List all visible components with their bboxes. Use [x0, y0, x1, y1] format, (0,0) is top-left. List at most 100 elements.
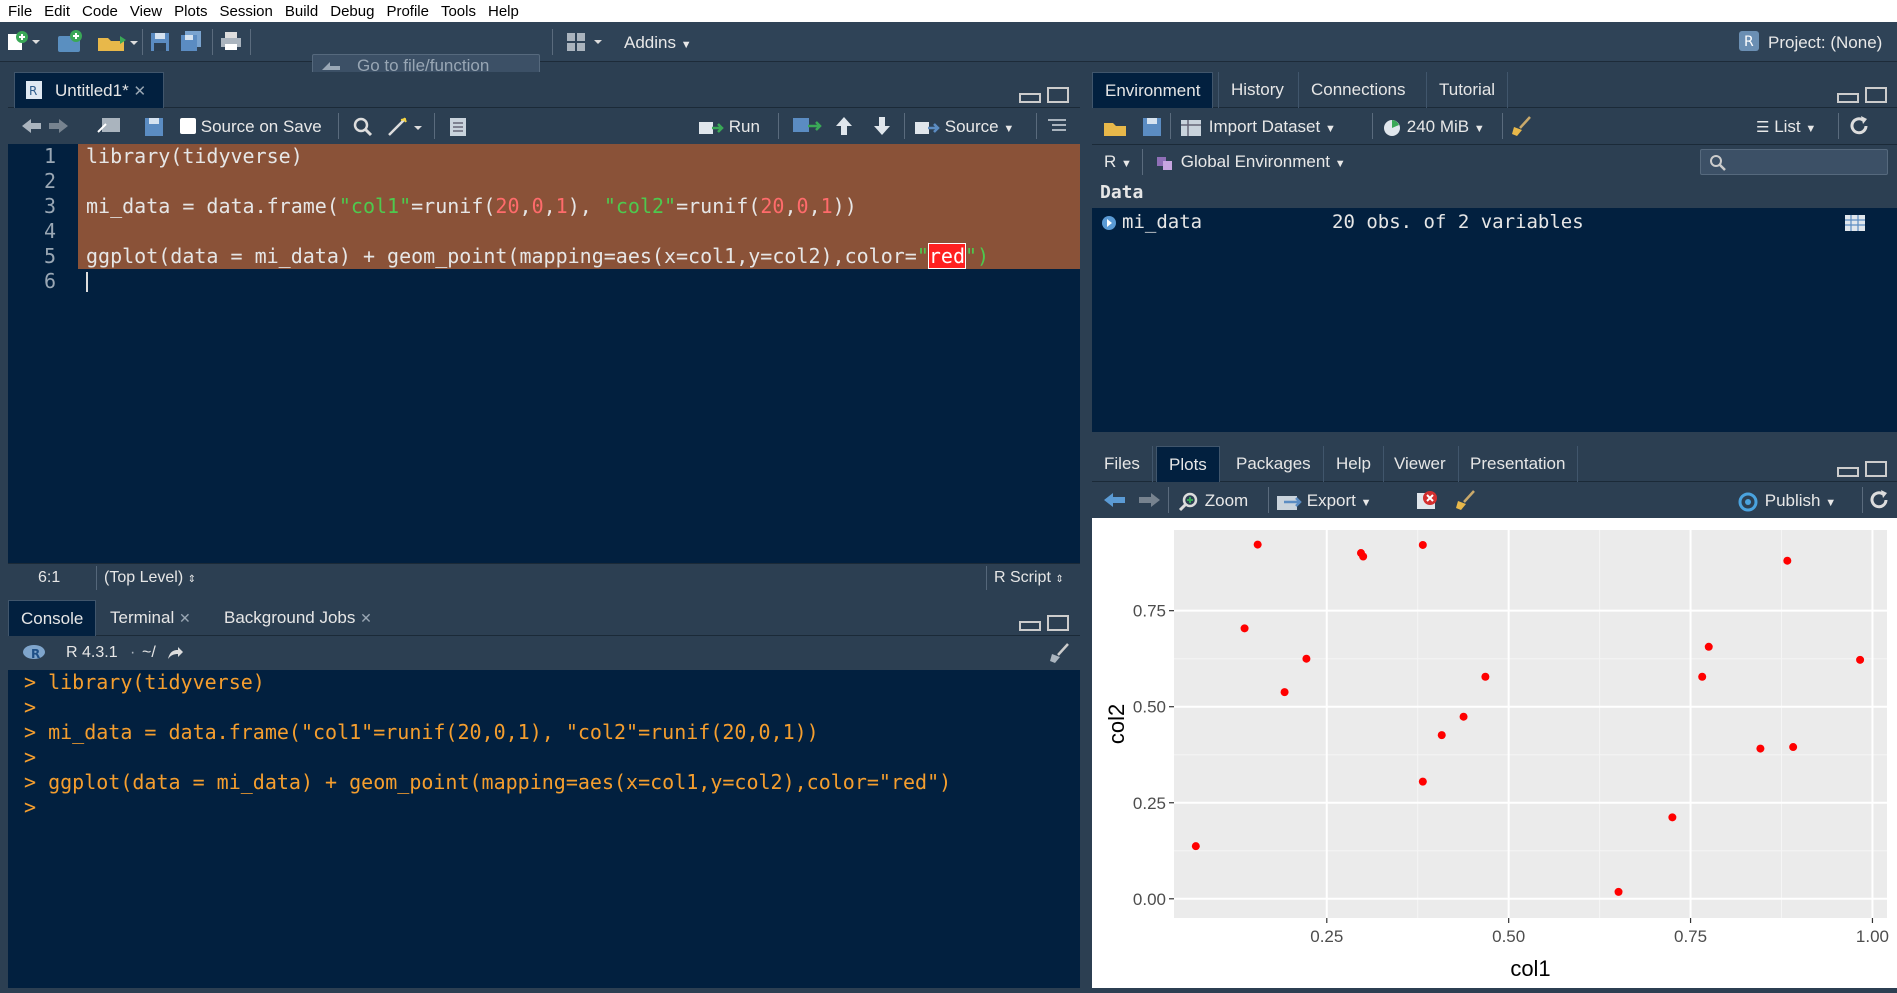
environment-selector[interactable]: Global Environment ▼ — [1156, 152, 1346, 172]
search-icon[interactable] — [352, 116, 374, 138]
tab-connections[interactable]: Connections — [1298, 72, 1418, 108]
clear-console-broom-icon[interactable] — [1048, 642, 1072, 664]
tab-environment[interactable]: Environment — [1092, 72, 1214, 108]
refresh-icon[interactable] — [1848, 115, 1870, 137]
clear-plots-broom-icon[interactable] — [1454, 489, 1478, 511]
checkbox-icon[interactable] — [180, 118, 196, 134]
load-workspace-icon[interactable] — [1102, 117, 1128, 137]
list-view-button[interactable]: ☰ List ▼ — [1756, 117, 1816, 137]
tab-background-jobs[interactable]: Background Jobs ✕ — [212, 600, 384, 636]
show-in-window-icon[interactable] — [96, 116, 122, 136]
menu-code[interactable]: Code — [76, 3, 124, 20]
menu-build[interactable]: Build — [279, 3, 324, 20]
var-name[interactable]: mi_data — [1122, 211, 1202, 233]
scope-selector[interactable]: (Top Level) ⇕ — [104, 569, 196, 587]
tab-presentation[interactable]: Presentation — [1458, 446, 1579, 482]
r-logo-icon: R — [23, 645, 45, 661]
clear-workspace-broom-icon[interactable] — [1510, 115, 1534, 137]
code-number: 1 — [820, 194, 833, 218]
working-dir[interactable]: ~/ — [142, 644, 156, 662]
back-forward-icon[interactable] — [20, 117, 70, 135]
compile-report-icon[interactable] — [448, 117, 468, 137]
source-button[interactable]: Source ▼ — [914, 117, 1014, 137]
pane-controls-icon[interactable] — [1014, 86, 1074, 104]
addins-button[interactable]: Addins ▼ — [624, 33, 692, 53]
chevron-down-icon: ▼ — [1121, 158, 1132, 170]
remove-plot-icon[interactable] — [1416, 490, 1440, 512]
tab-help[interactable]: Help — [1324, 446, 1384, 482]
tab-plots[interactable]: Plots — [1156, 446, 1220, 482]
menu-plots[interactable]: Plots — [168, 3, 213, 20]
grid-layout-icon[interactable] — [566, 32, 606, 52]
file-type-selector[interactable]: R Script ⇕ — [994, 569, 1064, 587]
previous-plot-icon[interactable] — [1102, 491, 1128, 509]
editor-statusbar: 6:1 (Top Level) ⇕ R Script ⇕ — [8, 563, 1080, 593]
env-row-mi-data[interactable]: mi_data 20 obs. of 2 variables — [1092, 208, 1897, 238]
language-selector[interactable]: R ▼ — [1104, 152, 1132, 172]
close-icon[interactable]: ✕ — [360, 610, 372, 626]
menu-tools[interactable]: Tools — [435, 3, 482, 20]
env-search-input[interactable] — [1700, 149, 1888, 175]
editor-tabbar: Untitled1* ✕ R — [8, 72, 1080, 108]
arrow-down-icon[interactable] — [872, 115, 892, 137]
addins-label: Addins — [624, 33, 676, 52]
run-button[interactable]: Run — [698, 117, 760, 137]
env-toolbar: Import Dataset ▼ 240 MiB ▼ ☰ List ▼ — [1092, 108, 1897, 144]
code-number: 20 — [760, 194, 785, 218]
tab-tutorial[interactable]: Tutorial — [1426, 72, 1509, 108]
code-token: , — [784, 194, 797, 218]
arrow-up-icon[interactable] — [834, 115, 854, 137]
project-menu[interactable]: Project: (None) — [1768, 33, 1882, 53]
open-file-icon[interactable] — [96, 30, 138, 54]
view-table-icon[interactable] — [1844, 214, 1866, 232]
zoom-button[interactable]: Zoom — [1178, 491, 1248, 512]
data-point — [1459, 712, 1468, 721]
go-to-dir-icon[interactable] — [166, 645, 184, 661]
code-tools-wand-icon[interactable] — [386, 116, 426, 138]
line-number: 3 — [43, 194, 56, 218]
menu-help[interactable]: Help — [482, 3, 525, 20]
refresh-icon[interactable] — [1868, 489, 1890, 511]
tab-viewer[interactable]: Viewer — [1382, 446, 1459, 482]
menu-view[interactable]: View — [124, 3, 168, 20]
source-on-save-checkbox[interactable]: Source on Save — [180, 117, 322, 137]
data-point — [1614, 887, 1623, 896]
menu-session[interactable]: Session — [214, 3, 279, 20]
save-workspace-icon[interactable] — [1142, 117, 1162, 137]
pane-controls-icon[interactable] — [1832, 86, 1892, 104]
rerun-icon[interactable] — [792, 116, 824, 136]
chevron-down-icon[interactable]: ▼ — [1003, 123, 1014, 135]
tab-console[interactable]: Console — [8, 600, 96, 636]
data-point — [1240, 624, 1249, 633]
save-icon[interactable] — [150, 32, 170, 52]
tab-history[interactable]: History — [1218, 72, 1296, 108]
next-plot-icon[interactable] — [1136, 491, 1162, 509]
publish-button[interactable]: Publish ▼ — [1736, 491, 1836, 512]
console-output[interactable]: > library(tidyverse) > > mi_data = data.… — [8, 670, 1080, 988]
new-project-icon[interactable] — [56, 30, 84, 54]
save-all-icon[interactable] — [180, 30, 204, 52]
print-icon[interactable] — [220, 30, 242, 52]
pane-controls-icon[interactable] — [1832, 460, 1892, 478]
line-number: 6 — [43, 269, 56, 293]
scatter-plot: 0.25 0.50 0.75 1.00 0.00 0.25 0.50 0.75 col1 col2 — [1104, 530, 1889, 981]
code-editor[interactable]: 1 2 3 4 5 6 library(tidyverse) mi_data =… — [8, 144, 1080, 563]
menu-file[interactable]: File — [2, 3, 38, 20]
tab-terminal[interactable]: Terminal ✕ — [98, 600, 203, 636]
import-dataset-button[interactable]: Import Dataset ▼ — [1180, 117, 1336, 138]
document-outline-icon[interactable] — [1046, 117, 1068, 135]
tab-files[interactable]: Files — [1092, 446, 1153, 482]
close-icon[interactable]: ✕ — [179, 610, 191, 626]
menu-debug[interactable]: Debug — [324, 3, 380, 20]
menu-profile[interactable]: Profile — [380, 3, 435, 20]
expand-play-icon[interactable] — [1101, 215, 1117, 231]
save-file-icon[interactable] — [144, 117, 164, 137]
new-file-icon[interactable] — [6, 31, 40, 53]
menu-edit[interactable]: Edit — [38, 3, 76, 20]
pane-controls-icon[interactable] — [1014, 614, 1074, 632]
export-button[interactable]: Export ▼ — [1276, 491, 1372, 512]
close-icon[interactable]: ✕ — [133, 83, 146, 100]
memory-usage-button[interactable]: 240 MiB ▼ — [1382, 117, 1485, 138]
tab-packages[interactable]: Packages — [1224, 446, 1324, 482]
y-tick-label: 0.00 — [1133, 890, 1166, 909]
